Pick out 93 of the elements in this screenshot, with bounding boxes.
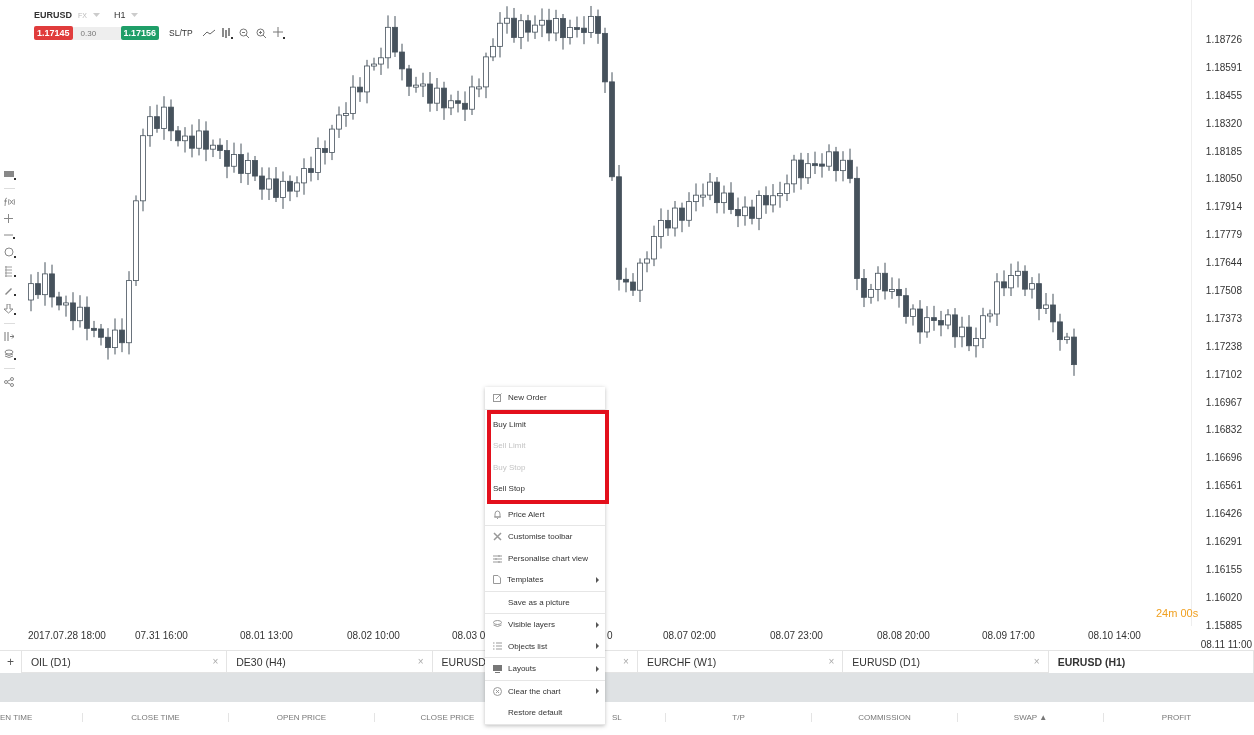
submenu-arrow-icon (596, 621, 599, 628)
price-label: 1.16696 (1205, 451, 1242, 466)
layers-icon[interactable] (4, 349, 16, 360)
price-label: 1.17508 (1205, 284, 1242, 298)
price-label: 1.17914 (1205, 200, 1242, 215)
zoom-out-icon[interactable] (238, 27, 250, 39)
price-label: 1.16020 (1205, 590, 1242, 605)
price-label: 1.18320 (1205, 116, 1242, 131)
menu-item[interactable]: Objects list (485, 635, 605, 657)
list-icon (493, 642, 502, 651)
menu-item[interactable]: Buy Limit (491, 413, 605, 435)
monitor-icon[interactable] (4, 170, 16, 180)
spread-field[interactable]: 0.30 (72, 26, 121, 40)
time-label: 08.01 13:00 (240, 630, 293, 641)
move-icon[interactable] (272, 27, 285, 39)
split-icon[interactable] (4, 332, 14, 341)
crosshair-icon[interactable] (4, 214, 13, 223)
share-icon[interactable] (4, 377, 14, 387)
candles-icon[interactable] (220, 27, 233, 39)
price-label: 1.18726 (1205, 33, 1242, 47)
price-label: 1.18050 (1205, 172, 1242, 187)
price-label: 1.18185 (1205, 144, 1242, 159)
sell-button[interactable]: 1.17145 (34, 26, 73, 40)
submenu-arrow-icon (596, 576, 599, 583)
price-label: 1.16967 (1205, 395, 1242, 410)
submenu-arrow-icon (596, 643, 599, 650)
column-header[interactable]: EN TIME (0, 712, 82, 722)
zoom-in-icon[interactable] (255, 27, 267, 39)
price-label: 1.18591 (1205, 60, 1242, 75)
function-icon[interactable] (4, 197, 16, 206)
menu-item[interactable]: Layouts (485, 658, 605, 680)
price-label: 1.16291 (1205, 535, 1242, 550)
column-header[interactable]: SWAP ▲ (957, 712, 1103, 722)
price-label: 1.17238 (1205, 339, 1242, 354)
submenu-arrow-icon (596, 665, 599, 672)
circle-icon[interactable] (4, 247, 16, 258)
trend-line-icon[interactable] (202, 29, 215, 37)
bell-icon (493, 509, 502, 519)
price-label: 1.15885 (1205, 618, 1242, 633)
time-label: 07.31 16:00 (135, 630, 188, 641)
menu-item[interactable]: New Order (485, 387, 605, 409)
chart-tab[interactable]: DE30 (H4) × (227, 651, 433, 673)
price-label: 1.18455 (1205, 88, 1242, 103)
column-header[interactable]: COMMISSION (811, 712, 957, 722)
timeframe-label[interactable]: H1 (113, 10, 126, 20)
edit-icon (493, 393, 502, 403)
time-label: 08.07 02:00 (663, 630, 716, 641)
price-label: 1.17373 (1205, 311, 1242, 326)
menu-item[interactable]: Save as a picture (485, 591, 605, 613)
time-label: 0 (607, 630, 613, 641)
layers-icon (493, 620, 502, 630)
column-header[interactable]: CLOSE TIME (82, 712, 228, 722)
countdown-timer: 24m 00s (1156, 607, 1199, 619)
menu-item[interactable]: Sell Stop (491, 478, 605, 500)
column-header[interactable]: T/P (665, 712, 811, 722)
menu-item[interactable]: Clear the chart (485, 680, 605, 702)
time-label: 08.03 0 (452, 630, 486, 641)
time-label: 08.09 17:00 (982, 630, 1035, 641)
pencil-icon[interactable] (4, 285, 16, 296)
price-label: 1.17102 (1205, 367, 1242, 382)
time-label: 08.10 14:00 (1088, 630, 1141, 641)
price-label: 1.16426 (1205, 507, 1242, 522)
clear-icon (493, 686, 502, 696)
menu-item[interactable]: Customise toolbar (485, 526, 605, 548)
chart-tab[interactable]: OIL (D1) × (21, 651, 228, 673)
chart-tab[interactable]: EURUSD (D1) × (843, 651, 1049, 673)
sltp-button[interactable]: SL/TP (165, 28, 197, 38)
menu-item[interactable]: Templates (485, 569, 605, 591)
line-icon[interactable] (4, 231, 15, 239)
column-header[interactable]: OPEN PRICE (228, 712, 374, 722)
time-label: 08.02 10:00 (347, 630, 400, 641)
document-icon (493, 575, 501, 585)
symbol-label[interactable]: EURUSD (34, 10, 72, 20)
chart-tab[interactable]: EURCHF (W1) × (637, 651, 844, 673)
price-label: 1.16561 (1205, 479, 1242, 494)
menu-item[interactable]: Visible layers (485, 614, 605, 636)
menu-item[interactable]: Personalise chart view (485, 547, 605, 569)
fibonacci-icon[interactable] (4, 266, 16, 277)
price-label: 1.17779 (1205, 228, 1242, 243)
tools-icon (493, 532, 502, 542)
layout-icon (493, 664, 502, 673)
time-label: 08.07 23:00 (770, 630, 823, 641)
time-label: 08.11 11:00 (1200, 639, 1252, 650)
sliders-icon (493, 553, 502, 563)
time-label: 08.08 20:00 (877, 630, 930, 641)
menu-item[interactable]: Price Alert (485, 503, 605, 525)
time-label: 2017.07.28 18:00 (28, 630, 106, 641)
column-header[interactable]: PROFIT (1103, 712, 1249, 722)
price-label: 1.16155 (1205, 562, 1242, 577)
price-label: 1.16832 (1205, 423, 1242, 438)
price-label: 1.17644 (1205, 256, 1242, 271)
arrow-icon[interactable] (4, 304, 16, 315)
submenu-arrow-icon (596, 688, 599, 695)
